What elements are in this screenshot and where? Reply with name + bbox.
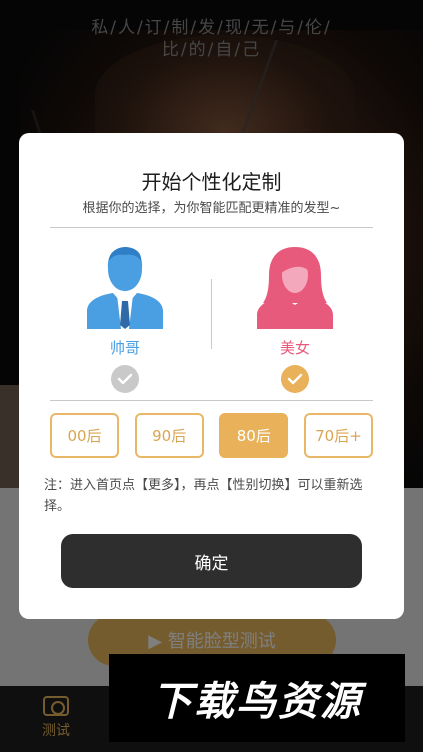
gender-label-female: 美女 (279, 339, 310, 357)
gender-switch-note: 注：进入首页点【更多】，再点【性别切换】可以重新选择。 (44, 478, 363, 514)
male-avatar-icon (87, 247, 163, 329)
age-group-selector: 00后 90后 80后 70后+ (50, 413, 373, 458)
gender-label-male: 帅哥 (109, 339, 140, 357)
divider (50, 400, 373, 401)
personalization-dialog: 开始个性化定制 根据你的选择，为你智能匹配更精准的发型~ 帅哥 美女 00后 9… (19, 133, 404, 619)
confirm-button[interactable]: 确定 (61, 534, 362, 588)
check-icon[interactable] (111, 365, 139, 393)
female-avatar-icon (257, 247, 333, 329)
gender-option-female[interactable]: 美女 (240, 245, 350, 393)
age-option-80s[interactable]: 80后 (219, 413, 289, 458)
age-option-00s[interactable]: 00后 (50, 413, 119, 458)
dialog-subtitle: 根据你的选择，为你智能匹配更精准的发型~ (82, 201, 341, 216)
check-icon[interactable] (281, 365, 309, 393)
age-option-70s-plus[interactable]: 70后+ (303, 413, 373, 458)
gender-option-male[interactable]: 帅哥 (70, 245, 180, 393)
dialog-title: 开始个性化定制 (141, 170, 282, 194)
age-option-90s[interactable]: 90后 (134, 413, 204, 458)
watermark-logo: 下载鸟资源 (109, 654, 405, 742)
divider (50, 227, 373, 228)
gender-divider (211, 279, 212, 349)
